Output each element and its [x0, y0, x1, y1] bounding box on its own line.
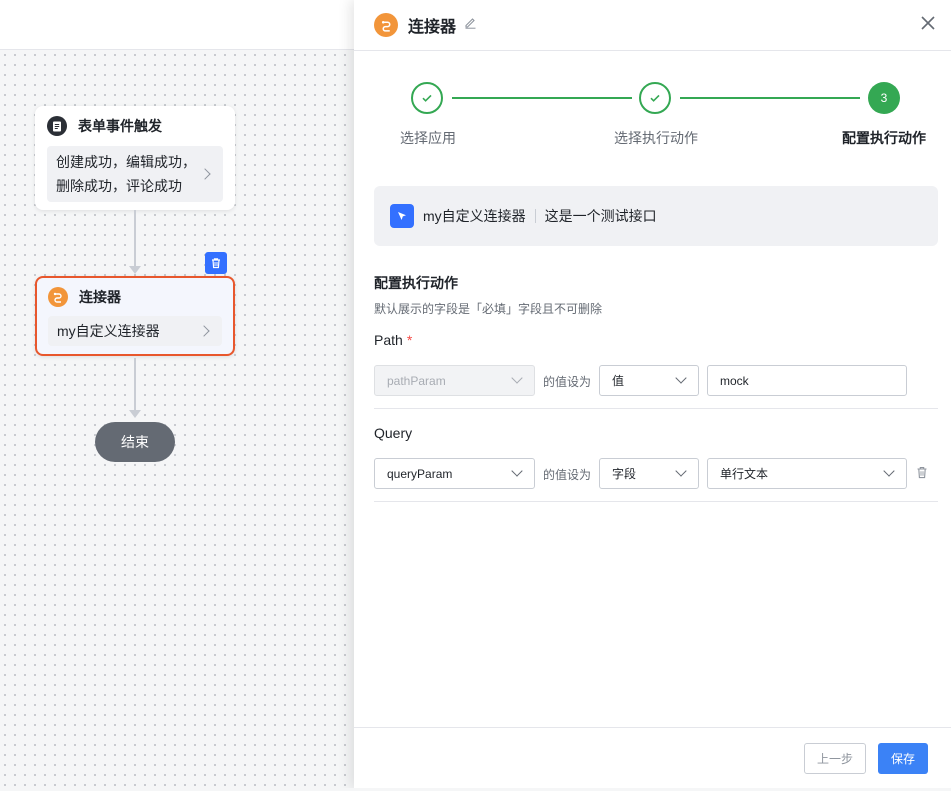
drawer-footer: 上一步 保存: [354, 727, 951, 788]
step-3-label: 配置执行动作: [842, 130, 926, 146]
close-button[interactable]: [919, 14, 937, 32]
divider: [534, 209, 536, 223]
chevron-down-icon: [675, 465, 687, 477]
path-value-type-select[interactable]: 值: [599, 365, 699, 396]
canvas-toolbar: [0, 0, 355, 50]
step-connector-2: [680, 97, 860, 99]
connector-node-title: 连接器: [79, 289, 121, 305]
chevron-down-icon: [511, 372, 523, 384]
query-param-select[interactable]: queryParam: [374, 458, 535, 489]
trigger-node-summary[interactable]: 创建成功，编辑成功， 删除成功，评论成功: [47, 146, 223, 202]
trigger-events-line-2: 删除成功，评论成功: [56, 178, 182, 194]
path-value-input[interactable]: mock: [707, 365, 907, 396]
path-label: Path *: [374, 332, 413, 348]
divider: [374, 501, 938, 502]
app-description: 这是一个测试接口: [544, 208, 657, 224]
flow-canvas[interactable]: 表单事件触发 创建成功，编辑成功， 删除成功，评论成功 连接器 my自定义连接器…: [0, 0, 355, 791]
connector-node-app: my自定义连接器: [57, 323, 160, 339]
chevron-down-icon: [511, 465, 523, 477]
value-as-label: 的值设为: [543, 375, 592, 389]
arrow-down-icon: [129, 266, 141, 274]
delete-node-button[interactable]: [205, 252, 227, 274]
divider: [374, 408, 938, 409]
drawer-header: 连接器: [354, 0, 951, 51]
step-indicator: 3 选择应用 选择执行动作 配置执行动作: [354, 82, 951, 152]
chevron-down-icon: [675, 372, 687, 384]
end-node[interactable]: 结束: [95, 422, 175, 462]
connector-node-summary[interactable]: my自定义连接器: [48, 316, 222, 346]
value-as-label: 的值设为: [543, 468, 592, 482]
form-icon: [47, 116, 67, 136]
step-2-check-icon: [639, 82, 671, 114]
section-title: 配置执行动作: [374, 275, 458, 291]
trigger-node[interactable]: 表单事件触发 创建成功，编辑成功， 删除成功，评论成功: [35, 106, 235, 210]
edit-title-icon[interactable]: [464, 16, 477, 34]
step-1-label: 选择应用: [400, 130, 456, 146]
app-name: my自定义连接器: [423, 208, 526, 224]
flow-connector-line: [134, 210, 136, 268]
step-1-check-icon: [411, 82, 443, 114]
close-icon: [921, 16, 935, 30]
flow-connector-line: [134, 358, 136, 412]
query-label: Query: [374, 425, 413, 441]
query-field-select[interactable]: 单行文本: [707, 458, 907, 489]
step-connector-1: [452, 97, 632, 99]
step-3-number: 3: [868, 82, 900, 114]
connector-node[interactable]: 连接器 my自定义连接器: [35, 276, 235, 356]
app-logo-icon: [390, 204, 414, 228]
chevron-down-icon: [883, 465, 895, 477]
previous-step-button[interactable]: 上一步: [804, 743, 866, 774]
trigger-events-line-1: 创建成功，编辑成功，: [56, 154, 196, 170]
path-param-select: pathParam: [374, 365, 535, 396]
connector-icon: [48, 287, 68, 307]
connector-icon: [374, 13, 398, 37]
required-mark: *: [406, 332, 413, 348]
save-button[interactable]: 保存: [878, 743, 928, 774]
section-hint: 默认展示的字段是「必填」字段且不可删除: [374, 302, 603, 316]
connector-config-drawer: 连接器 3 选择应用 选择执行动作 配置执行动作 my自定义连接器 这是一个测试…: [354, 0, 951, 788]
trash-icon: [212, 258, 220, 269]
selected-app-card: my自定义连接器 这是一个测试接口: [374, 186, 938, 246]
chevron-right-icon: [198, 325, 210, 337]
trash-icon: [917, 467, 927, 479]
query-value-type-select[interactable]: 字段: [599, 458, 699, 489]
delete-query-button[interactable]: [916, 466, 930, 480]
step-2-label: 选择执行动作: [614, 130, 698, 146]
drawer-title: 连接器: [408, 19, 457, 36]
arrow-down-icon: [129, 410, 141, 418]
trigger-node-title: 表单事件触发: [78, 118, 162, 134]
chevron-right-icon: [199, 168, 211, 180]
